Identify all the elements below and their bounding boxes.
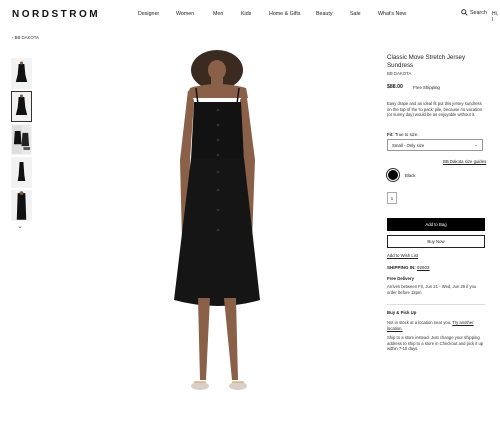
search-icon: [461, 9, 468, 16]
buy-now-button[interactable]: Buy Now: [387, 235, 485, 248]
nav-designer[interactable]: Designer: [138, 11, 159, 17]
add-to-bag-button[interactable]: Add to Bag: [387, 218, 485, 231]
arrival-estimate: Arrives between Fri, Jun 21 - Wed, Jun 2…: [387, 284, 477, 295]
shipping-in: SHIPPING IN: 92603: [387, 265, 430, 270]
fit-info: Fit: True to size.: [387, 132, 418, 137]
free-delivery-heading: Free Delivery: [387, 276, 414, 281]
nav-women[interactable]: Women: [176, 11, 194, 17]
nav-home-gifts[interactable]: Home & Gifts: [269, 11, 301, 17]
color-swatch-black[interactable]: [387, 169, 399, 181]
nav-whats-new[interactable]: What's New: [378, 11, 406, 17]
nav-men[interactable]: Men: [213, 11, 223, 17]
search-label: Search: [470, 9, 487, 16]
account-link[interactable]: Hi, I: [492, 11, 500, 23]
breadcrumb[interactable]: ‹ BB DAKOTA: [12, 35, 39, 40]
shipping-in-label: SHIPPING IN:: [387, 265, 416, 270]
quantity-input[interactable]: 1: [387, 192, 397, 204]
logo[interactable]: NORDSTROM: [12, 9, 100, 20]
color-label: Black: [405, 173, 416, 178]
free-shipping-label: Free Shipping: [413, 85, 440, 90]
product-description: Easy drape and an ideal fit put this jer…: [387, 101, 482, 118]
fit-value: True to size.: [394, 132, 419, 137]
add-to-wish-list-link[interactable]: Add to Wish List: [387, 253, 418, 258]
breadcrumb-brand: BB DAKOTA: [14, 35, 39, 40]
thumbnail-4[interactable]: [11, 157, 32, 188]
size-select-value: Small - Only size: [392, 142, 425, 148]
ship-to-store-text: Ship to a store instead. Just change you…: [387, 335, 484, 352]
nav-beauty[interactable]: Beauty: [316, 11, 333, 17]
product-brand[interactable]: BB DAKOTA: [387, 71, 411, 76]
chevron-down-icon[interactable]: ⌄: [17, 222, 23, 230]
stock-status: Not in stock at a location near you. Try…: [387, 320, 485, 331]
nav-kids[interactable]: Kids: [241, 11, 251, 17]
product-title: Classic Move Stretch Jersey Sundress: [387, 54, 466, 69]
nav-sale[interactable]: Sale: [350, 11, 361, 17]
search-button[interactable]: Search: [461, 9, 487, 16]
thumbnail-3[interactable]: [11, 124, 32, 155]
thumbnail-1[interactable]: [11, 58, 32, 89]
size-select[interactable]: Small - Only size ⌄: [387, 139, 483, 151]
size-guide-link[interactable]: BB Dakota size guides: [443, 159, 486, 164]
fit-label: Fit:: [387, 132, 394, 137]
divider: [387, 304, 485, 305]
not-in-stock-text: Not in stock at a location near you.: [387, 320, 452, 325]
buy-pickup-heading: Buy & Pick Up: [387, 310, 417, 315]
thumbnail-5[interactable]: [11, 190, 32, 221]
product-image: [160, 40, 280, 416]
chevron-down-icon: ⌄: [474, 142, 478, 147]
product-price: $88.00: [387, 84, 403, 90]
zip-code-link[interactable]: 92603: [417, 265, 430, 270]
thumbnail-2[interactable]: [11, 91, 32, 122]
